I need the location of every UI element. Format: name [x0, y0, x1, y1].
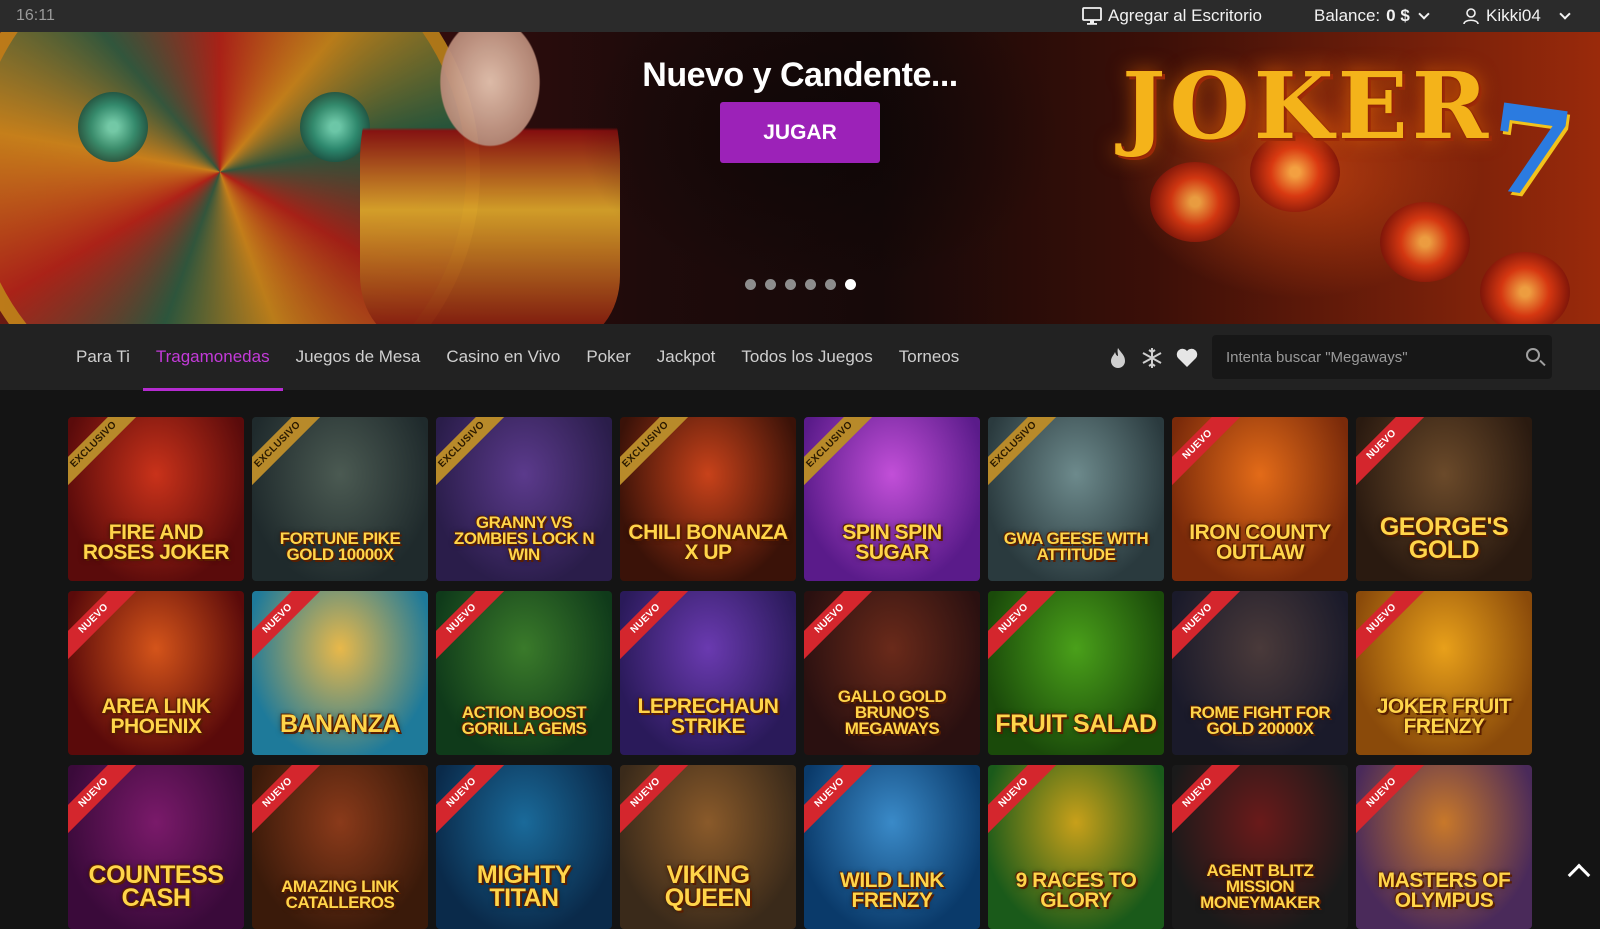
- game-title: Wild Link Frenzy: [840, 869, 944, 913]
- game-tile[interactable]: Countess Cash NUEVO: [68, 765, 244, 929]
- game-tile[interactable]: Bananza NUEVO: [252, 591, 428, 755]
- game-tile[interactable]: Chili Bonanza X Up EXCLUSIVO: [620, 417, 796, 581]
- tab-jackpot[interactable]: Jackpot: [644, 324, 729, 390]
- game-title: Spin Spin Sugar: [842, 521, 942, 565]
- add-to-desktop-label: Agregar al Escritorio: [1108, 6, 1263, 25]
- game-tile[interactable]: Spin Spin Sugar EXCLUSIVO: [804, 417, 980, 581]
- carousel-dot[interactable]: [785, 279, 796, 290]
- game-tile[interactable]: Fortune Pike Gold 10000X EXCLUSIVO: [252, 417, 428, 581]
- snowflake-icon[interactable]: [1140, 346, 1164, 370]
- search-icon[interactable]: [1526, 348, 1540, 362]
- game-title: Chili Bonanza X Up: [628, 521, 788, 565]
- game-tile[interactable]: Joker Fruit Frenzy NUEVO: [1356, 591, 1532, 755]
- user-menu[interactable]: Kikki04: [1462, 6, 1571, 26]
- rose-art: [78, 92, 148, 162]
- search-input[interactable]: [1212, 335, 1512, 379]
- clock: 16:11: [16, 7, 55, 24]
- search-box: [1212, 335, 1552, 379]
- game-title: Fortune Pike Gold 10000X: [279, 528, 401, 564]
- tab-torneos[interactable]: Torneos: [886, 324, 972, 390]
- balance-dropdown[interactable]: Balance: 0 $: [1314, 6, 1430, 26]
- user-icon: [1463, 8, 1479, 25]
- game-tile[interactable]: Action Boost Gorilla Gems NUEVO: [436, 591, 612, 755]
- tab-tragamonedas[interactable]: Tragamonedas: [142, 324, 283, 391]
- game-title: Iron County Outlaw: [1189, 521, 1331, 565]
- game-tile[interactable]: Amazing Link Catalleros NUEVO: [252, 765, 428, 929]
- carousel-dots: [745, 279, 856, 290]
- fire-icon[interactable]: [1106, 346, 1130, 370]
- rose-art: [1150, 162, 1240, 242]
- game-title: Viking Queen: [664, 860, 752, 913]
- heart-icon[interactable]: [1175, 346, 1199, 370]
- tab-juegos-de-mesa[interactable]: Juegos de Mesa: [283, 324, 434, 390]
- game-title: Bananza: [279, 710, 401, 739]
- chevron-down-icon: [1418, 8, 1430, 20]
- chevron-down-icon: [1559, 8, 1571, 20]
- game-tile[interactable]: Agent Blitz Mission Moneymaker NUEVO: [1172, 765, 1348, 929]
- game-title: Fruit Salad: [995, 710, 1157, 739]
- carousel-dot[interactable]: [805, 279, 816, 290]
- balance-label: Balance:: [1314, 6, 1381, 25]
- add-to-desktop-button[interactable]: Agregar al Escritorio: [1082, 6, 1262, 26]
- game-title: Mighty Titan: [476, 860, 572, 913]
- game-tile[interactable]: Gallo Gold Bruno's Megaways NUEVO: [804, 591, 980, 755]
- game-title: GWA Geese with Attitude: [1003, 528, 1149, 564]
- top-bar: 16:11 Agregar al Escritorio Balance: 0 $…: [0, 0, 1600, 32]
- username: Kikki04: [1486, 6, 1541, 25]
- tab-casino-en-vivo[interactable]: Casino en Vivo: [433, 324, 573, 390]
- carousel-dot[interactable]: [845, 279, 856, 290]
- carousel-dot[interactable]: [765, 279, 776, 290]
- game-tile[interactable]: George's Gold NUEVO: [1356, 417, 1532, 581]
- tab-para-ti[interactable]: Para Ti: [63, 324, 143, 390]
- game-title: George's Gold: [1379, 512, 1509, 565]
- rose-art: [1480, 252, 1570, 324]
- game-title: Granny vs Zombies Lock n Win: [453, 512, 595, 564]
- scroll-to-top-icon[interactable]: [1566, 858, 1590, 882]
- balance-value: 0 $: [1386, 6, 1410, 25]
- game-tile[interactable]: Wild Link Frenzy NUEVO: [804, 765, 980, 929]
- game-tile[interactable]: Fire and Roses Joker EXCLUSIVO: [68, 417, 244, 581]
- category-nav: Para Ti Tragamonedas Juegos de Mesa Casino …: [0, 324, 1600, 391]
- play-button[interactable]: JUGAR: [720, 102, 880, 163]
- game-title: Joker Fruit Frenzy: [1376, 695, 1512, 739]
- game-title: Countess Cash: [88, 860, 224, 913]
- game-tile[interactable]: GWA Geese with Attitude EXCLUSIVO: [988, 417, 1164, 581]
- game-tile[interactable]: Fruit Salad NUEVO: [988, 591, 1164, 755]
- hero-banner: JOKER 7 Nuevo y Candente... JUGAR: [0, 32, 1600, 324]
- hero-title: Nuevo y Candente...: [642, 56, 958, 94]
- game-grid: Fire and Roses Joker EXCLUSIVO Fortune Pik…: [68, 417, 1532, 929]
- game-tile[interactable]: Iron County Outlaw NUEVO: [1172, 417, 1348, 581]
- hero-seven-art: 7: [1478, 76, 1581, 229]
- game-tile[interactable]: 9 Races to Glory NUEVO: [988, 765, 1164, 929]
- game-title: Gallo Gold Bruno's Megaways: [837, 686, 947, 738]
- game-title: Action Boost Gorilla Gems: [461, 702, 587, 738]
- game-title: Fire and Roses Joker: [82, 521, 230, 565]
- game-tile[interactable]: Granny vs Zombies Lock n Win EXCLUSIVO: [436, 417, 612, 581]
- carousel-dot[interactable]: [745, 279, 756, 290]
- game-tile[interactable]: Rome Fight for Gold 20000X NUEVO: [1172, 591, 1348, 755]
- game-tile[interactable]: Mighty Titan NUEVO: [436, 765, 612, 929]
- monitor-icon: [1082, 7, 1102, 25]
- rose-art: [1380, 202, 1470, 282]
- game-tile[interactable]: Masters of Olympus NUEVO: [1356, 765, 1532, 929]
- category-tabs: Para Ti Tragamonedas Juegos de Mesa Casino …: [63, 324, 972, 391]
- game-title: Rome Fight for Gold 20000X: [1189, 702, 1331, 738]
- game-title: Amazing Link Catalleros: [281, 876, 399, 912]
- game-title: Masters of Olympus: [1377, 869, 1511, 913]
- game-title: 9 Races to Glory: [1015, 869, 1137, 913]
- carousel-dot[interactable]: [825, 279, 836, 290]
- hero-game-logo: JOKER: [1122, 52, 1493, 160]
- game-tile[interactable]: Viking Queen NUEVO: [620, 765, 796, 929]
- game-title: Area Link Phoenix: [101, 695, 211, 739]
- tab-todos-los-juegos[interactable]: Todos los Juegos: [728, 324, 885, 390]
- game-title: Agent Blitz Mission Moneymaker: [1200, 860, 1320, 912]
- game-tile[interactable]: Area Link Phoenix NUEVO: [68, 591, 244, 755]
- game-title: Leprechaun Strike: [637, 695, 779, 739]
- tab-poker[interactable]: Poker: [573, 324, 643, 390]
- game-tile[interactable]: Leprechaun Strike NUEVO: [620, 591, 796, 755]
